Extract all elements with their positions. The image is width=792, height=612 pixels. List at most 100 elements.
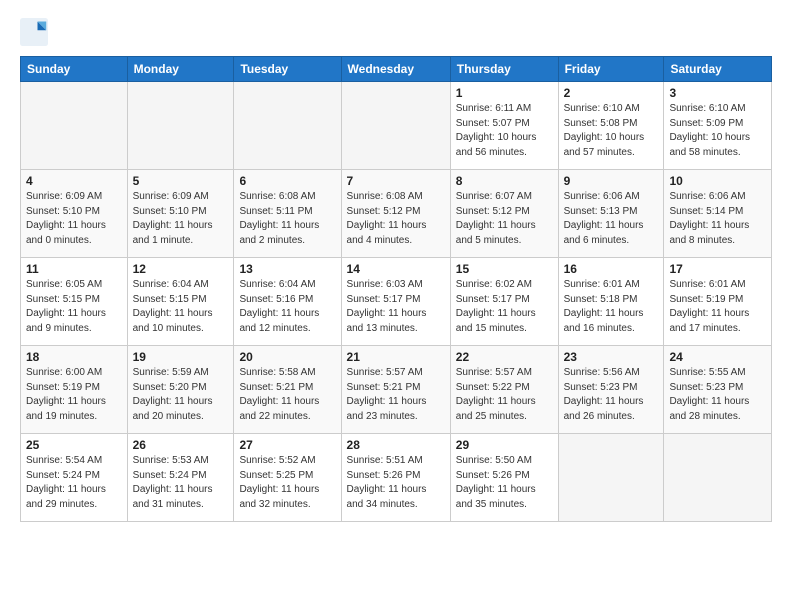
day-info: Sunrise: 6:08 AMSunset: 5:11 PMDaylight:… — [239, 190, 335, 248]
day-number: 27 — [239, 438, 335, 452]
day-info: Sunrise: 6:08 AMSunset: 5:12 PMDaylight:… — [347, 190, 445, 248]
calendar-header: SundayMondayTuesdayWednesdayThursdayFrid… — [21, 57, 772, 82]
day-info: Sunrise: 6:09 AMSunset: 5:10 PMDaylight:… — [133, 190, 229, 248]
day-cell: 2Sunrise: 6:10 AMSunset: 5:08 PMDaylight… — [558, 82, 664, 170]
header-cell-saturday: Saturday — [664, 57, 772, 82]
day-number: 12 — [133, 262, 229, 276]
day-cell: 21Sunrise: 5:57 AMSunset: 5:21 PMDayligh… — [341, 346, 450, 434]
header-cell-sunday: Sunday — [21, 57, 128, 82]
week-row-1: 1 Sunrise: 6:11 AMSunset: 5:07 PMDaylight… — [21, 82, 772, 170]
day-info: Sunrise: 5:54 AMSunset: 5:24 PMDaylight:… — [26, 454, 122, 512]
day-number: 24 — [669, 350, 766, 364]
day-info: Sunrise: 6:05 AMSunset: 5:15 PMDaylight:… — [26, 278, 122, 336]
day-info: Sunrise: 6:11 AMSunset: 5:07 PMDaylight:… — [456, 102, 553, 160]
day-cell: 13 Sunrise: 6:04 AMSunset: 5:16 PMDayligh… — [234, 258, 341, 346]
day-number: 4 — [26, 174, 122, 188]
day-cell: 29 Sunrise: 5:50 AMSunset: 5:26 PMDayligh… — [450, 434, 558, 522]
day-info: Sunrise: 5:52 AMSunset: 5:25 PMDaylight:… — [239, 454, 335, 512]
day-cell: 26 Sunrise: 5:53 AMSunset: 5:24 PMDayligh… — [127, 434, 234, 522]
day-info: Sunrise: 6:06 AMSunset: 5:14 PMDaylight:… — [669, 190, 766, 248]
header-cell-monday: Monday — [127, 57, 234, 82]
header-area — [20, 18, 772, 46]
day-number: 13 — [239, 262, 335, 276]
header-cell-wednesday: Wednesday — [341, 57, 450, 82]
day-info: Sunrise: 6:03 AMSunset: 5:17 PMDaylight:… — [347, 278, 445, 336]
day-info: Sunrise: 5:55 AMSunset: 5:23 PMDaylight:… — [669, 366, 766, 424]
day-cell: 15 Sunrise: 6:02 AMSunset: 5:17 PMDayligh… — [450, 258, 558, 346]
day-info: Sunrise: 6:04 AMSunset: 5:15 PMDaylight:… — [133, 278, 229, 336]
day-info: Sunrise: 6:01 AMSunset: 5:18 PMDaylight:… — [564, 278, 659, 336]
day-cell: 17 Sunrise: 6:01 AMSunset: 5:19 PMDayligh… — [664, 258, 772, 346]
day-cell: 25 Sunrise: 5:54 AMSunset: 5:24 PMDayligh… — [21, 434, 128, 522]
day-cell: 8 Sunrise: 6:07 AMSunset: 5:12 PMDaylight… — [450, 170, 558, 258]
day-cell: 28 Sunrise: 5:51 AMSunset: 5:26 PMDayligh… — [341, 434, 450, 522]
day-cell: 23 Sunrise: 5:56 AMSunset: 5:23 PMDayligh… — [558, 346, 664, 434]
day-cell: 4 Sunrise: 6:09 AMSunset: 5:10 PMDaylight… — [21, 170, 128, 258]
day-number: 23 — [564, 350, 659, 364]
day-info: Sunrise: 6:04 AMSunset: 5:16 PMDaylight:… — [239, 278, 335, 336]
day-info: Sunrise: 5:58 AMSunset: 5:21 PMDaylight:… — [239, 366, 335, 424]
day-number: 8 — [456, 174, 553, 188]
day-info: Sunrise: 5:57 AMSunset: 5:22 PMDaylight:… — [456, 366, 553, 424]
day-cell: 3 Sunrise: 6:10 AMSunset: 5:09 PMDaylight… — [664, 82, 772, 170]
day-number: 18 — [26, 350, 122, 364]
day-info: Sunrise: 6:02 AMSunset: 5:17 PMDaylight:… — [456, 278, 553, 336]
day-info: Sunrise: 5:53 AMSunset: 5:24 PMDaylight:… — [133, 454, 229, 512]
week-row-2: 4 Sunrise: 6:09 AMSunset: 5:10 PMDaylight… — [21, 170, 772, 258]
day-number: 5 — [133, 174, 229, 188]
day-cell — [234, 82, 341, 170]
day-info: Sunrise: 6:01 AMSunset: 5:19 PMDaylight:… — [669, 278, 766, 336]
week-row-5: 25 Sunrise: 5:54 AMSunset: 5:24 PMDayligh… — [21, 434, 772, 522]
day-number: 2 — [564, 86, 659, 100]
day-info: Sunrise: 5:51 AMSunset: 5:26 PMDaylight:… — [347, 454, 445, 512]
day-cell — [558, 434, 664, 522]
day-number: 14 — [347, 262, 445, 276]
day-cell — [341, 82, 450, 170]
header-cell-tuesday: Tuesday — [234, 57, 341, 82]
day-number: 10 — [669, 174, 766, 188]
day-cell — [21, 82, 128, 170]
header-row: SundayMondayTuesdayWednesdayThursdayFrid… — [21, 57, 772, 82]
day-info: Sunrise: 6:07 AMSunset: 5:12 PMDaylight:… — [456, 190, 553, 248]
day-number: 28 — [347, 438, 445, 452]
day-info: Sunrise: 5:56 AMSunset: 5:23 PMDaylight:… — [564, 366, 659, 424]
day-info: Sunrise: 6:00 AMSunset: 5:19 PMDaylight:… — [26, 366, 122, 424]
day-info: Sunrise: 6:09 AMSunset: 5:10 PMDaylight:… — [26, 190, 122, 248]
day-number: 21 — [347, 350, 445, 364]
day-number: 11 — [26, 262, 122, 276]
day-cell: 19Sunrise: 5:59 AMSunset: 5:20 PMDayligh… — [127, 346, 234, 434]
week-row-4: 18 Sunrise: 6:00 AMSunset: 5:19 PMDayligh… — [21, 346, 772, 434]
day-cell: 11 Sunrise: 6:05 AMSunset: 5:15 PMDayligh… — [21, 258, 128, 346]
day-number: 25 — [26, 438, 122, 452]
day-cell: 10 Sunrise: 6:06 AMSunset: 5:14 PMDayligh… — [664, 170, 772, 258]
page: SundayMondayTuesdayWednesdayThursdayFrid… — [0, 0, 792, 532]
day-info: Sunrise: 6:10 AMSunset: 5:09 PMDaylight:… — [669, 102, 766, 160]
day-number: 6 — [239, 174, 335, 188]
day-number: 1 — [456, 86, 553, 100]
day-cell — [664, 434, 772, 522]
header-cell-thursday: Thursday — [450, 57, 558, 82]
day-cell: 27 Sunrise: 5:52 AMSunset: 5:25 PMDayligh… — [234, 434, 341, 522]
day-cell: 12 Sunrise: 6:04 AMSunset: 5:15 PMDayligh… — [127, 258, 234, 346]
day-cell: 18 Sunrise: 6:00 AMSunset: 5:19 PMDayligh… — [21, 346, 128, 434]
day-number: 26 — [133, 438, 229, 452]
day-number: 22 — [456, 350, 553, 364]
day-number: 15 — [456, 262, 553, 276]
calendar-table: SundayMondayTuesdayWednesdayThursdayFrid… — [20, 56, 772, 522]
day-cell: 16Sunrise: 6:01 AMSunset: 5:18 PMDayligh… — [558, 258, 664, 346]
calendar-body: 1 Sunrise: 6:11 AMSunset: 5:07 PMDaylight… — [21, 82, 772, 522]
logo-icon — [20, 18, 48, 46]
day-info: Sunrise: 5:50 AMSunset: 5:26 PMDaylight:… — [456, 454, 553, 512]
day-cell: 14 Sunrise: 6:03 AMSunset: 5:17 PMDayligh… — [341, 258, 450, 346]
day-number: 17 — [669, 262, 766, 276]
day-number: 29 — [456, 438, 553, 452]
day-number: 20 — [239, 350, 335, 364]
day-cell: 22 Sunrise: 5:57 AMSunset: 5:22 PMDayligh… — [450, 346, 558, 434]
day-cell: 24 Sunrise: 5:55 AMSunset: 5:23 PMDayligh… — [664, 346, 772, 434]
day-cell: 1 Sunrise: 6:11 AMSunset: 5:07 PMDaylight… — [450, 82, 558, 170]
day-cell: 7Sunrise: 6:08 AMSunset: 5:12 PMDaylight… — [341, 170, 450, 258]
day-number: 3 — [669, 86, 766, 100]
day-info: Sunrise: 5:59 AMSunset: 5:20 PMDaylight:… — [133, 366, 229, 424]
logo — [20, 18, 52, 46]
day-cell: 6 Sunrise: 6:08 AMSunset: 5:11 PMDaylight… — [234, 170, 341, 258]
